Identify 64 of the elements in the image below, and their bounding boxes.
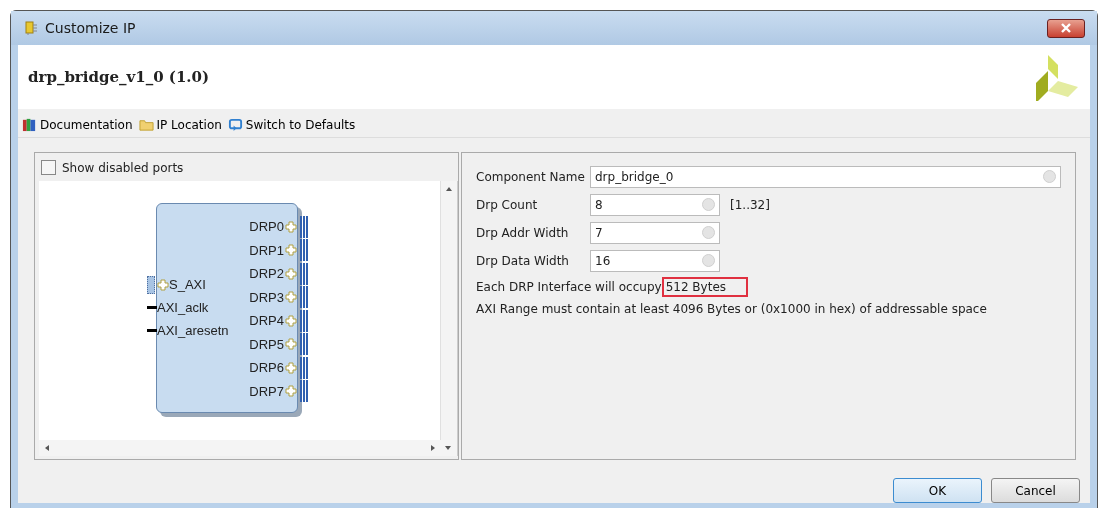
field-label: Drp Count — [476, 197, 539, 212]
input-field[interactable]: 16 — [590, 249, 720, 272]
plus-icon — [285, 267, 297, 280]
info-text: AXI Range must contain at least 4096 Bytes or (0x1000 in hex) of addressable space — [476, 302, 988, 316]
plus-icon — [285, 361, 297, 374]
size-value: 512 Bytes — [661, 277, 749, 297]
field-label: Component Name — [476, 169, 586, 184]
port-label: DRP4 — [249, 313, 284, 329]
scroll-down-icon[interactable] — [445, 446, 451, 450]
bus-connector-icon — [300, 356, 309, 379]
plus-icon — [285, 314, 297, 327]
port-label: DRP5 — [249, 336, 284, 352]
port-label: DRP0 — [249, 219, 284, 235]
port-label: DRP1 — [249, 242, 284, 258]
input-field[interactable]: 7 — [590, 221, 720, 244]
field-label: Drp Data Width — [476, 253, 570, 268]
bus-connector-icon — [300, 262, 309, 285]
input-field[interactable]: drp_bridge_0 — [590, 165, 1061, 188]
chip-icon — [23, 20, 39, 36]
port-label: AXI_aclk — [157, 300, 209, 315]
dialog-button[interactable]: OK — [893, 478, 982, 503]
plus-icon — [285, 244, 297, 257]
bus-connector-icon — [300, 333, 309, 356]
plus-icon — [285, 338, 297, 351]
documentation-link[interactable]: Documentation — [22, 117, 133, 132]
ip-title: drp_bridge_v1_0 (1.0) — [28, 68, 210, 86]
port-label: DRP3 — [249, 289, 284, 305]
bus-connector-icon — [300, 286, 309, 309]
wire-pin — [147, 329, 157, 332]
port-label: DRP6 — [249, 360, 284, 376]
close-icon — [1060, 22, 1072, 34]
reset-icon — [227, 117, 243, 132]
field-label: Drp Addr Width — [476, 225, 570, 240]
scroll-left-icon[interactable] — [45, 445, 49, 451]
port-label: S_AXI — [169, 277, 206, 292]
close-button[interactable] — [1047, 18, 1085, 38]
dialog-button[interactable]: Cancel — [991, 478, 1080, 503]
scroll-right-icon[interactable] — [431, 445, 435, 451]
port-label: DRP2 — [249, 266, 284, 282]
bus-connector-icon — [300, 215, 309, 238]
plus-icon — [285, 291, 297, 304]
checkbox[interactable] — [41, 160, 56, 175]
horizontal-scrollbar[interactable] — [39, 440, 457, 456]
scroll-up-icon[interactable] — [446, 187, 452, 191]
books-icon — [22, 117, 37, 132]
bus-connector-icon — [300, 309, 309, 332]
plus-icon — [285, 220, 297, 233]
port-label: DRP7 — [249, 383, 284, 399]
bus-connector-icon — [300, 239, 309, 262]
range-hint: [1..32] — [730, 197, 770, 212]
info-text: Each DRP Interface will occupy — [476, 280, 662, 294]
bus-connector-icon — [147, 275, 155, 294]
port-label: AXI_aresetn — [157, 323, 229, 338]
plus-icon — [285, 385, 297, 398]
wire-pin — [147, 306, 157, 309]
input-field[interactable]: 8 — [590, 193, 720, 216]
vertical-scrollbar[interactable] — [440, 181, 457, 440]
plus-icon — [157, 278, 169, 291]
checkbox-label: Show disabled ports — [62, 160, 184, 175]
folder-icon — [138, 117, 154, 132]
defaults-link[interactable]: Switch to Defaults — [227, 117, 356, 132]
ip-location-link[interactable]: IP Location — [138, 117, 222, 132]
window-title: Customize IP — [45, 20, 136, 36]
bus-connector-icon — [300, 380, 309, 403]
